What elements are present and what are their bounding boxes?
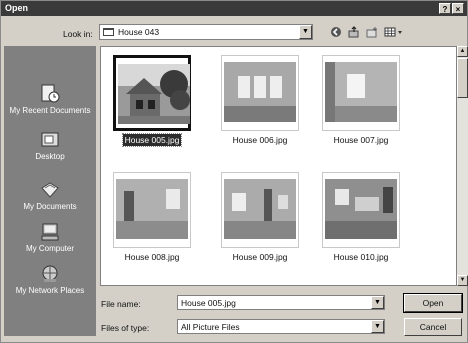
place-my-computer[interactable]: My Computer [4,222,96,253]
dialog-title: Open [5,3,29,13]
scroll-down-arrow[interactable]: ▼ [457,275,468,286]
file-name-label: House 010.jpg [333,252,389,262]
file-item-house-005[interactable]: House 005.jpg [107,51,197,151]
title-bar[interactable]: Open ? × [1,1,467,16]
file-item-house-007[interactable]: House 007.jpg [316,51,406,151]
thumbnail-frame [322,55,400,131]
file-name-label: File name: [101,299,141,309]
room-interior-thumbnail [325,62,397,122]
file-name-label: House 007.jpg [333,135,389,145]
file-list-scrollbar[interactable]: ▲ ▼ [457,46,468,286]
places-bar: My Recent Documents Desktop My Documents… [4,46,96,336]
my-computer-icon [39,222,61,242]
file-item-house-009[interactable]: House 009.jpg [215,168,305,268]
file-type-dropdown-button[interactable]: ▼ [371,320,384,333]
folder-icon [103,28,114,36]
house-exterior-thumbnail [118,64,190,124]
file-item-house-006[interactable]: House 006.jpg [215,51,305,151]
file-type-value: All Picture Files [181,322,240,332]
file-list-view[interactable]: House 005.jpg House 006.jpg House 007.jp… [100,46,457,286]
place-label: My Network Places [15,286,85,295]
file-name-label: House 008.jpg [124,252,180,262]
file-name-dropdown-button[interactable]: ▼ [371,296,384,309]
desktop-icon [39,130,61,150]
look-in-label: Look in: [63,29,93,39]
help-button[interactable]: ? [439,3,451,14]
place-desktop[interactable]: Desktop [4,130,96,161]
thumbnail-frame [113,172,191,248]
open-dialog: Open ? × Look in: House 043 ▼ My Recent … [0,0,468,343]
new-folder-icon[interactable] [365,26,379,38]
thumbnail-frame [221,55,299,131]
open-button[interactable]: Open [403,293,463,313]
place-label: Desktop [35,152,65,161]
recent-documents-icon [39,84,61,104]
file-item-house-008[interactable]: House 008.jpg [107,168,197,268]
scroll-up-arrow[interactable]: ▲ [457,46,468,57]
thumbnail-frame [113,55,191,131]
file-name-label: House 006.jpg [232,135,288,145]
back-arrow-icon[interactable] [329,26,343,38]
room-interior-thumbnail [224,179,296,239]
look-in-dropdown-button[interactable]: ▼ [299,25,312,39]
look-in-value: House 043 [118,27,160,37]
place-my-documents[interactable]: My Documents [4,180,96,211]
room-interior-thumbnail [325,179,397,239]
thumbnail-frame [322,172,400,248]
up-folder-icon[interactable] [347,26,361,38]
place-recent-documents[interactable]: My Recent Documents [4,84,96,115]
place-label: My Computer [25,244,74,253]
place-label: My Recent Documents [9,106,91,115]
room-interior-thumbnail [116,179,188,239]
place-label: My Documents [23,202,77,211]
room-interior-thumbnail [224,62,296,122]
my-documents-icon [39,180,61,200]
network-places-icon [39,264,61,284]
cancel-button[interactable]: Cancel [404,318,462,336]
file-name-value: House 005.jpg [181,298,236,308]
look-in-combobox[interactable]: House 043 ▼ [99,24,313,40]
thumbnail-frame [221,172,299,248]
file-name-label: House 009.jpg [232,252,288,262]
file-name-label: House 005.jpg [121,133,183,147]
place-network-places[interactable]: My Network Places [4,264,96,295]
close-button[interactable]: × [452,3,464,14]
file-name-input[interactable]: House 005.jpg ▼ [177,295,385,310]
file-type-label: Files of type: [101,323,150,333]
file-type-select[interactable]: All Picture Files ▼ [177,319,385,334]
file-item-house-010[interactable]: House 010.jpg [316,168,406,268]
views-menu-icon[interactable] [383,26,405,38]
scroll-thumb[interactable] [457,58,468,98]
